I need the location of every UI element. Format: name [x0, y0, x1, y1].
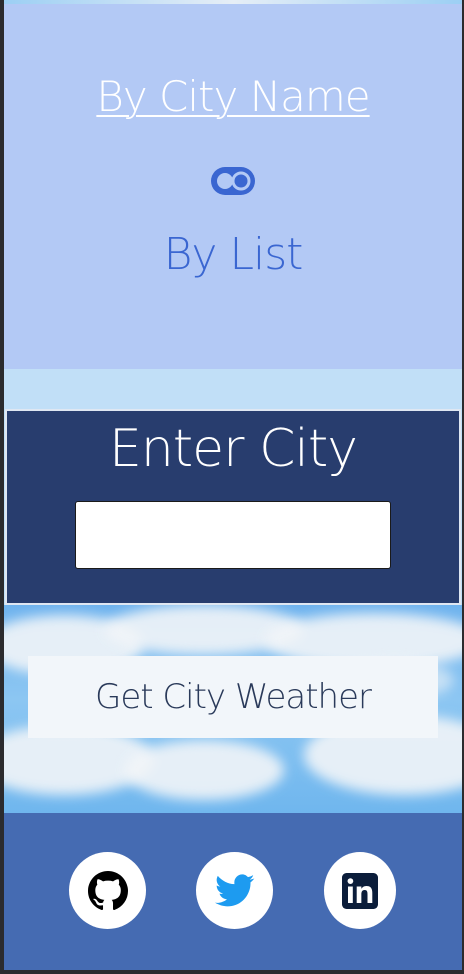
- twitter-link[interactable]: [196, 852, 273, 929]
- github-link[interactable]: [69, 852, 146, 929]
- enter-city-panel: Enter City: [5, 409, 461, 605]
- twitter-icon: [214, 873, 254, 906]
- enter-city-title: Enter City: [108, 419, 358, 479]
- github-icon: [87, 870, 128, 910]
- linkedin-link[interactable]: [324, 852, 396, 929]
- app-frame: By City Name By List Enter City Get City…: [4, 0, 462, 970]
- by-list-link[interactable]: By List: [164, 229, 304, 280]
- footer: [4, 813, 462, 970]
- linkedin-icon: [342, 872, 378, 909]
- city-input[interactable]: [75, 501, 391, 569]
- search-mode-panel: By City Name By List: [4, 4, 462, 369]
- by-city-name-link[interactable]: By City Name: [96, 72, 370, 121]
- toggle-ring-icon: [231, 171, 251, 191]
- toggle-switch-icon[interactable]: [211, 167, 255, 195]
- get-city-weather-button[interactable]: Get City Weather: [28, 656, 438, 738]
